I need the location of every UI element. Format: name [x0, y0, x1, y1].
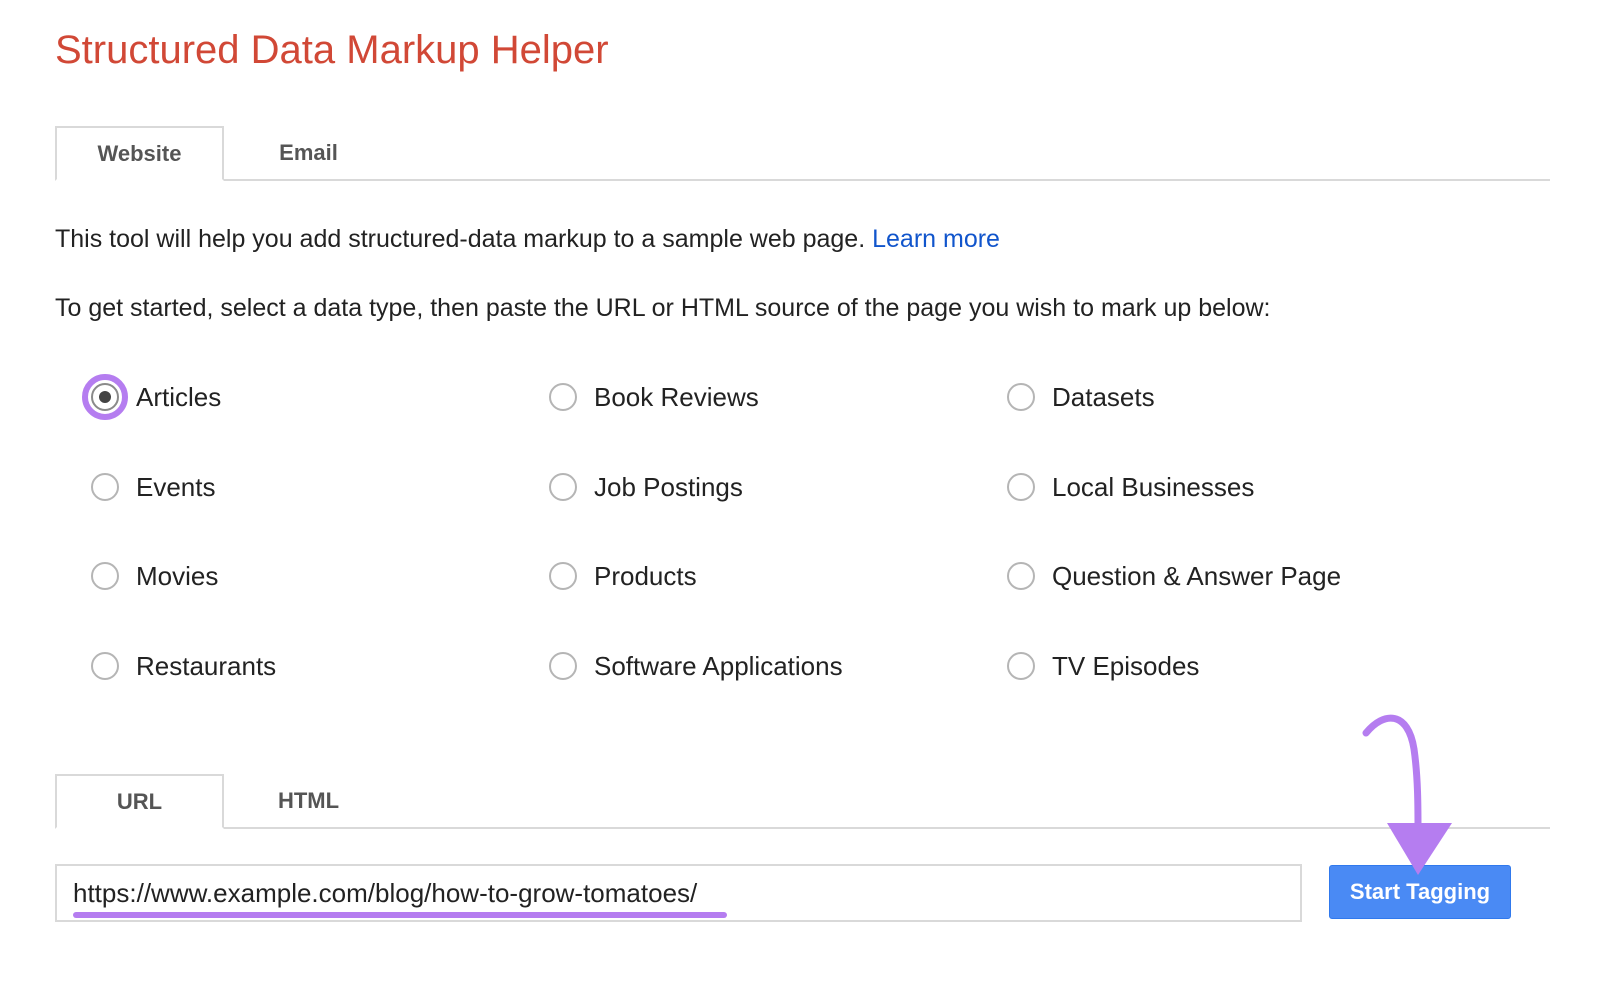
radio-question-answer-page[interactable]	[1007, 562, 1035, 590]
radio-selected-dot	[99, 391, 111, 403]
tab-url-label: URL	[116, 788, 163, 814]
radio-option-software-applications[interactable]: Software Applications	[549, 646, 843, 686]
radio-label-movies: Movies	[136, 560, 219, 591]
radio-products[interactable]	[549, 562, 577, 590]
radio-option-datasets[interactable]: Datasets	[1007, 377, 1155, 417]
radio-option-question-answer-page[interactable]: Question & Answer Page	[1007, 556, 1341, 596]
page-title: Structured Data Markup Helper	[55, 28, 609, 72]
radio-label-restaurants: Restaurants	[136, 650, 277, 681]
learn-more-link[interactable]: Learn more	[872, 225, 1000, 253]
radio-book-reviews[interactable]	[549, 383, 577, 411]
radio-label-question-answer-page: Question & Answer Page	[1052, 560, 1342, 591]
radio-option-job-postings[interactable]: Job Postings	[549, 467, 743, 507]
tab-email[interactable]: Email	[224, 126, 393, 179]
radio-option-local-businesses[interactable]: Local Businesses	[1007, 467, 1254, 507]
radio-option-movies[interactable]: Movies	[91, 556, 218, 596]
radio-label-job-postings: Job Postings	[594, 471, 743, 502]
radio-label-articles: Articles	[136, 381, 222, 412]
radio-option-tv-episodes[interactable]: TV Episodes	[1007, 646, 1199, 686]
radio-option-products[interactable]: Products	[549, 556, 697, 596]
url-input[interactable]	[55, 864, 1302, 922]
radio-restaurants[interactable]	[91, 652, 119, 680]
radio-local-businesses[interactable]	[1007, 473, 1035, 501]
radio-events[interactable]	[91, 473, 119, 501]
radio-movies[interactable]	[91, 562, 119, 590]
instructions-text: To get started, select a data type, then…	[55, 294, 1271, 322]
tab-url[interactable]: URL	[55, 774, 224, 829]
app-root: Structured Data Markup Helper Website Em…	[0, 0, 1600, 1007]
radio-job-postings[interactable]	[549, 473, 577, 501]
start-tagging-button[interactable]: Start Tagging	[1329, 865, 1511, 919]
source-tab-bar: URL HTML	[55, 774, 1550, 829]
tab-website-label: Website	[97, 140, 182, 166]
radio-option-events[interactable]: Events	[91, 467, 216, 507]
radio-label-local-businesses: Local Businesses	[1052, 471, 1255, 502]
radio-option-book-reviews[interactable]: Book Reviews	[549, 377, 759, 417]
tab-email-label: Email	[279, 139, 338, 165]
radio-articles[interactable]	[91, 383, 119, 411]
radio-label-products: Products	[594, 560, 697, 591]
radio-datasets[interactable]	[1007, 383, 1035, 411]
radio-label-tv-episodes: TV Episodes	[1052, 650, 1200, 681]
tab-html[interactable]: HTML	[224, 774, 393, 827]
main-tab-bar: Website Email	[55, 126, 1550, 181]
intro-sentence: This tool will help you add structured-d…	[55, 225, 873, 253]
radio-option-articles[interactable]: Articles	[91, 377, 221, 417]
radio-option-restaurants[interactable]: Restaurants	[91, 646, 276, 686]
radio-tv-episodes[interactable]	[1007, 652, 1035, 680]
tab-website[interactable]: Website	[55, 126, 224, 181]
radio-label-events: Events	[136, 471, 216, 502]
radio-label-datasets: Datasets	[1052, 381, 1155, 412]
radio-label-software-applications: Software Applications	[594, 650, 843, 681]
tab-html-label: HTML	[277, 787, 340, 813]
radio-label-book-reviews: Book Reviews	[594, 381, 759, 412]
radio-software-applications[interactable]	[549, 652, 577, 680]
intro-text: This tool will help you add structured-d…	[55, 222, 1000, 256]
